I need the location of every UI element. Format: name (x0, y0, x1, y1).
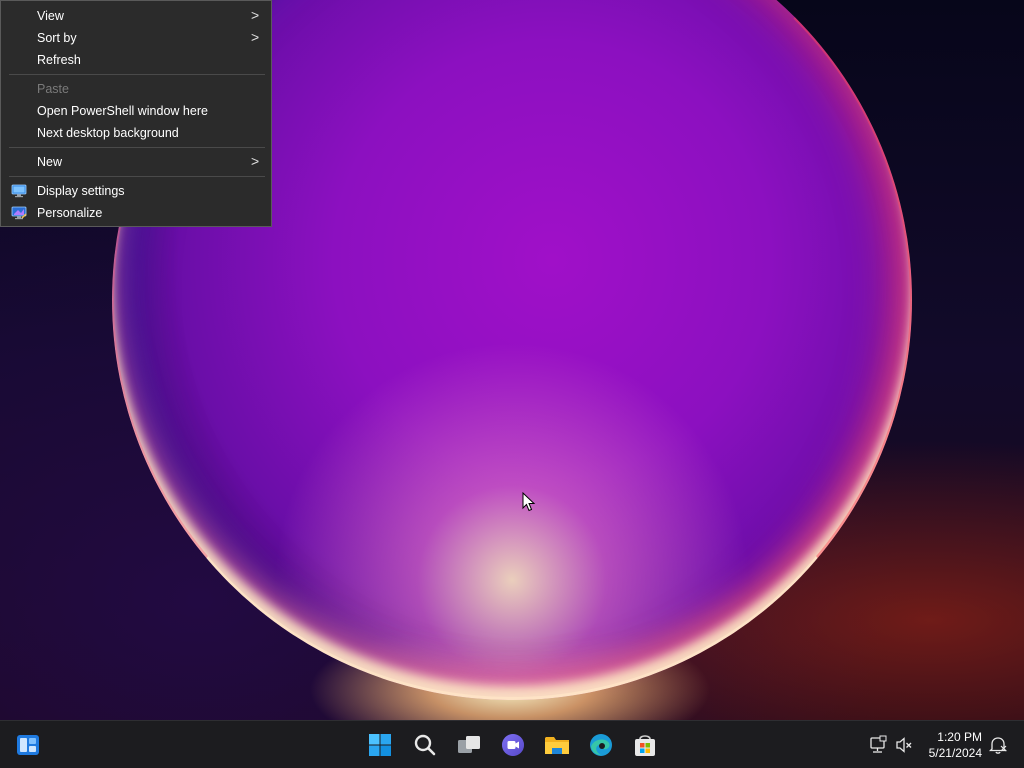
menu-separator (9, 147, 265, 148)
menu-item-label: Open PowerShell window here (37, 104, 208, 118)
teams-chat-icon[interactable] (499, 731, 527, 759)
menu-item-personalize[interactable]: Personalize (1, 202, 271, 224)
personalize-icon (11, 206, 27, 220)
taskbar: 1:20 PM 5/21/2024 (0, 720, 1024, 768)
mouse-cursor-icon (522, 492, 536, 512)
chevron-right-icon: > (251, 7, 260, 23)
volume-muted-icon[interactable] (894, 735, 914, 755)
menu-item-label: Display settings (37, 184, 125, 198)
task-view-icon[interactable] (455, 731, 483, 759)
folder-icon[interactable] (543, 731, 571, 759)
menu-item-label: Personalize (37, 206, 103, 220)
desktop-context-menu: View > Sort by > Refresh Paste Open Powe… (0, 0, 272, 227)
edge-browser-icon[interactable] (587, 731, 615, 759)
chevron-right-icon: > (251, 153, 260, 169)
menu-item-next-desktop-background[interactable]: Next desktop background (1, 122, 271, 144)
menu-item-label: View (37, 9, 64, 23)
menu-item-label: Paste (37, 82, 69, 96)
network-icon[interactable] (868, 735, 888, 755)
menu-separator (9, 74, 265, 75)
windows-start-icon[interactable] (366, 731, 394, 759)
menu-item-label: Next desktop background (37, 126, 179, 140)
menu-item-view[interactable]: View > (1, 5, 271, 27)
display-settings-icon (11, 184, 27, 198)
menu-item-label: New (37, 155, 63, 169)
clock-time: 1:20 PM (937, 730, 982, 744)
menu-item-label: Refresh (37, 53, 81, 67)
search-icon[interactable] (411, 731, 439, 759)
clock-date: 5/21/2024 (928, 746, 982, 760)
notifications-icon[interactable] (988, 735, 1008, 755)
widgets-icon[interactable] (14, 731, 42, 759)
microsoft-store-icon[interactable] (631, 731, 659, 759)
menu-separator (9, 176, 265, 177)
menu-item-open-powershell[interactable]: Open PowerShell window here (1, 100, 271, 122)
menu-item-display-settings[interactable]: Display settings (1, 180, 271, 202)
menu-item-refresh[interactable]: Refresh (1, 49, 271, 71)
chevron-right-icon: > (251, 29, 260, 45)
menu-item-label: Sort by (37, 31, 77, 45)
menu-item-sort-by[interactable]: Sort by > (1, 27, 271, 49)
system-clock[interactable]: 1:20 PM 5/21/2024 (920, 729, 982, 761)
menu-item-paste[interactable]: Paste (1, 78, 271, 100)
menu-item-new[interactable]: New > (1, 151, 271, 173)
